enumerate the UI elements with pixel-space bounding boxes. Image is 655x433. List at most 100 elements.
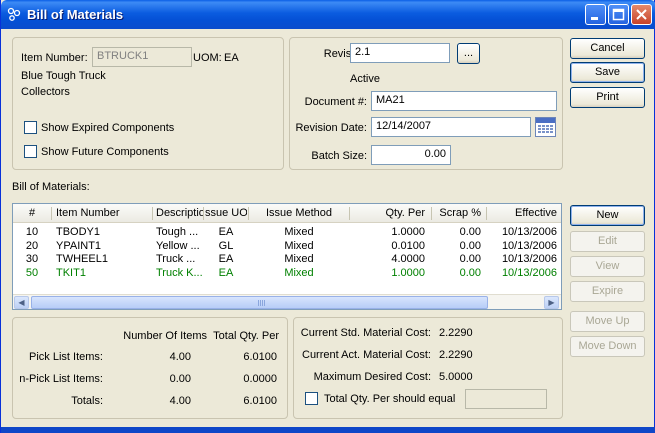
batch-size-label: Batch Size: xyxy=(311,150,367,162)
document-field[interactable]: MA21 xyxy=(371,91,557,111)
column-header-issue-method[interactable]: Issue Method xyxy=(251,207,347,219)
act-cost-value: 2.2290 xyxy=(439,349,473,361)
move-down-button[interactable]: Move Down xyxy=(570,336,645,357)
cell-issue-uom: EA xyxy=(218,226,234,238)
cell-qty-per: 1.0000 xyxy=(391,226,425,238)
cell-qty-per: 4.0000 xyxy=(391,253,425,265)
move-up-button[interactable]: Move Up xyxy=(570,311,645,332)
show-future-checkbox[interactable] xyxy=(24,145,37,158)
act-cost-label: Current Act. Material Cost: xyxy=(302,349,431,361)
cell-issue-method: Mixed xyxy=(284,266,314,279)
std-cost-value: 2.2290 xyxy=(439,327,473,339)
non-pick-list-label: n-Pick List Items: xyxy=(19,373,103,385)
non-pick-list-items: 0.00 xyxy=(169,373,191,385)
cell-item-number: TKIT1 xyxy=(56,266,86,279)
cell-scrap: 0.00 xyxy=(459,239,481,252)
column-header-description[interactable]: Descriptio xyxy=(156,207,204,219)
table-header: # Item Number Descriptio ssue UO Issue M… xyxy=(13,204,561,223)
calendar-icon[interactable] xyxy=(535,117,556,137)
item-description-1: Blue Tough Truck xyxy=(21,70,106,82)
cell-issue-method: Mixed xyxy=(284,239,314,252)
edit-button[interactable]: Edit xyxy=(570,231,645,252)
cancel-button[interactable]: Cancel xyxy=(570,38,645,59)
column-header-qty-per[interactable]: Qty. Per xyxy=(353,207,425,219)
total-qty-equal-field[interactable] xyxy=(465,389,547,409)
table-row[interactable]: 50 TKIT1 Truck K... EA Mixed 1.0000 0.00 10/13/… xyxy=(13,267,561,281)
cell-issue-method: Mixed xyxy=(284,253,314,265)
item-description-2: Collectors xyxy=(21,86,70,98)
column-header-effective[interactable]: Effective xyxy=(489,207,557,219)
table-row[interactable]: 20 YPAINT1 Yellow ... GL Mixed 0.0100 0.00 10/1… xyxy=(13,240,561,254)
number-of-items-header: Number Of Items xyxy=(123,330,207,342)
cell-effective: 10/13/2006 xyxy=(501,253,557,265)
table-row[interactable]: 30 TWHEEL1 Truck ... EA Mixed 4.0000 0.00 10/13… xyxy=(13,253,561,267)
total-qty-equal-checkbox[interactable] xyxy=(305,392,318,405)
revision-field[interactable]: 2.1 xyxy=(350,43,450,63)
expire-button[interactable]: Expire xyxy=(570,281,645,302)
window-bottom-border xyxy=(1,427,655,433)
cell-issue-method: Mixed xyxy=(284,226,314,238)
bom-table[interactable]: # Item Number Descriptio ssue UO Issue M… xyxy=(12,203,562,310)
horizontal-scrollbar[interactable]: ◀ ▶ xyxy=(13,294,561,309)
item-number-field[interactable]: BTRUCK1 xyxy=(92,47,192,67)
scroll-left-icon[interactable]: ◀ xyxy=(14,296,29,309)
pick-list-label: Pick List Items: xyxy=(29,351,103,363)
table-row[interactable]: 10 TBODY1 Tough ... EA Mixed 1.0000 0.00 10/13/… xyxy=(13,226,561,240)
cell-issue-uom: GL xyxy=(218,239,234,252)
cell-seq: 20 xyxy=(25,239,39,252)
title-bar[interactable]: Bill of Materials xyxy=(1,0,655,29)
totals-label: Totals: xyxy=(71,395,103,407)
window-title: Bill of Materials xyxy=(27,7,124,22)
close-button[interactable] xyxy=(631,4,652,25)
document-label: Document #: xyxy=(304,96,367,108)
scroll-thumb[interactable] xyxy=(31,296,488,309)
max-cost-value: 5.0000 xyxy=(439,371,473,383)
cell-issue-uom: EA xyxy=(218,266,234,279)
new-button[interactable]: New xyxy=(570,205,645,226)
pick-list-qty: 6.0100 xyxy=(243,351,277,363)
column-header-scrap[interactable]: Scrap % xyxy=(433,207,481,219)
cell-qty-per: 1.0000 xyxy=(391,266,425,279)
cell-description: Tough ... xyxy=(156,226,199,238)
scroll-right-icon[interactable]: ▶ xyxy=(544,296,559,309)
column-header-item-number[interactable]: Item Number xyxy=(56,207,148,219)
cell-description: Yellow ... xyxy=(156,239,200,252)
std-cost-label: Current Std. Material Cost: xyxy=(300,327,431,339)
cell-item-number: TBODY1 xyxy=(56,226,101,238)
show-future-label: Show Future Components xyxy=(41,146,169,158)
total-qty-per-header: Total Qty. Per xyxy=(213,330,279,342)
show-expired-checkbox[interactable] xyxy=(24,121,37,134)
total-qty-equal-label: Total Qty. Per should equal xyxy=(324,393,456,405)
batch-size-field[interactable]: 0.00 xyxy=(371,145,451,165)
uom-label: UOM: xyxy=(193,52,222,64)
cell-description: Truck ... xyxy=(156,253,196,265)
cell-scrap: 0.00 xyxy=(459,266,481,279)
close-icon xyxy=(636,9,647,20)
cell-seq: 50 xyxy=(25,266,39,279)
cell-qty-per: 0.0100 xyxy=(391,239,425,252)
maximize-button[interactable] xyxy=(608,4,629,25)
revision-lookup-button[interactable]: ... xyxy=(457,43,480,64)
cell-issue-uom: EA xyxy=(218,253,234,265)
minimize-icon xyxy=(591,17,598,20)
uom-value: EA xyxy=(224,52,239,64)
cell-seq: 30 xyxy=(25,253,39,265)
cell-seq: 10 xyxy=(25,226,39,238)
column-header-seq[interactable]: # xyxy=(17,207,47,219)
cell-scrap: 0.00 xyxy=(459,253,481,265)
non-pick-list-qty: 0.0000 xyxy=(243,373,277,385)
cell-effective: 10/13/2006 xyxy=(501,239,557,252)
cell-scrap: 0.00 xyxy=(459,226,481,238)
maximize-icon xyxy=(612,8,625,21)
revision-status: Active xyxy=(350,73,380,85)
max-cost-label: Maximum Desired Cost: xyxy=(313,371,431,383)
revision-date-field[interactable]: 12/14/2007 xyxy=(371,117,531,137)
minimize-button[interactable] xyxy=(585,4,606,25)
totals-items: 4.00 xyxy=(169,395,191,407)
cell-description: Truck K... xyxy=(156,266,202,279)
save-button[interactable]: Save xyxy=(570,62,645,83)
revision-date-label: Revision Date: xyxy=(295,122,367,134)
view-button[interactable]: View xyxy=(570,256,645,277)
print-button[interactable]: Print xyxy=(570,87,645,108)
column-header-issue-uom[interactable]: ssue UO xyxy=(205,207,247,219)
